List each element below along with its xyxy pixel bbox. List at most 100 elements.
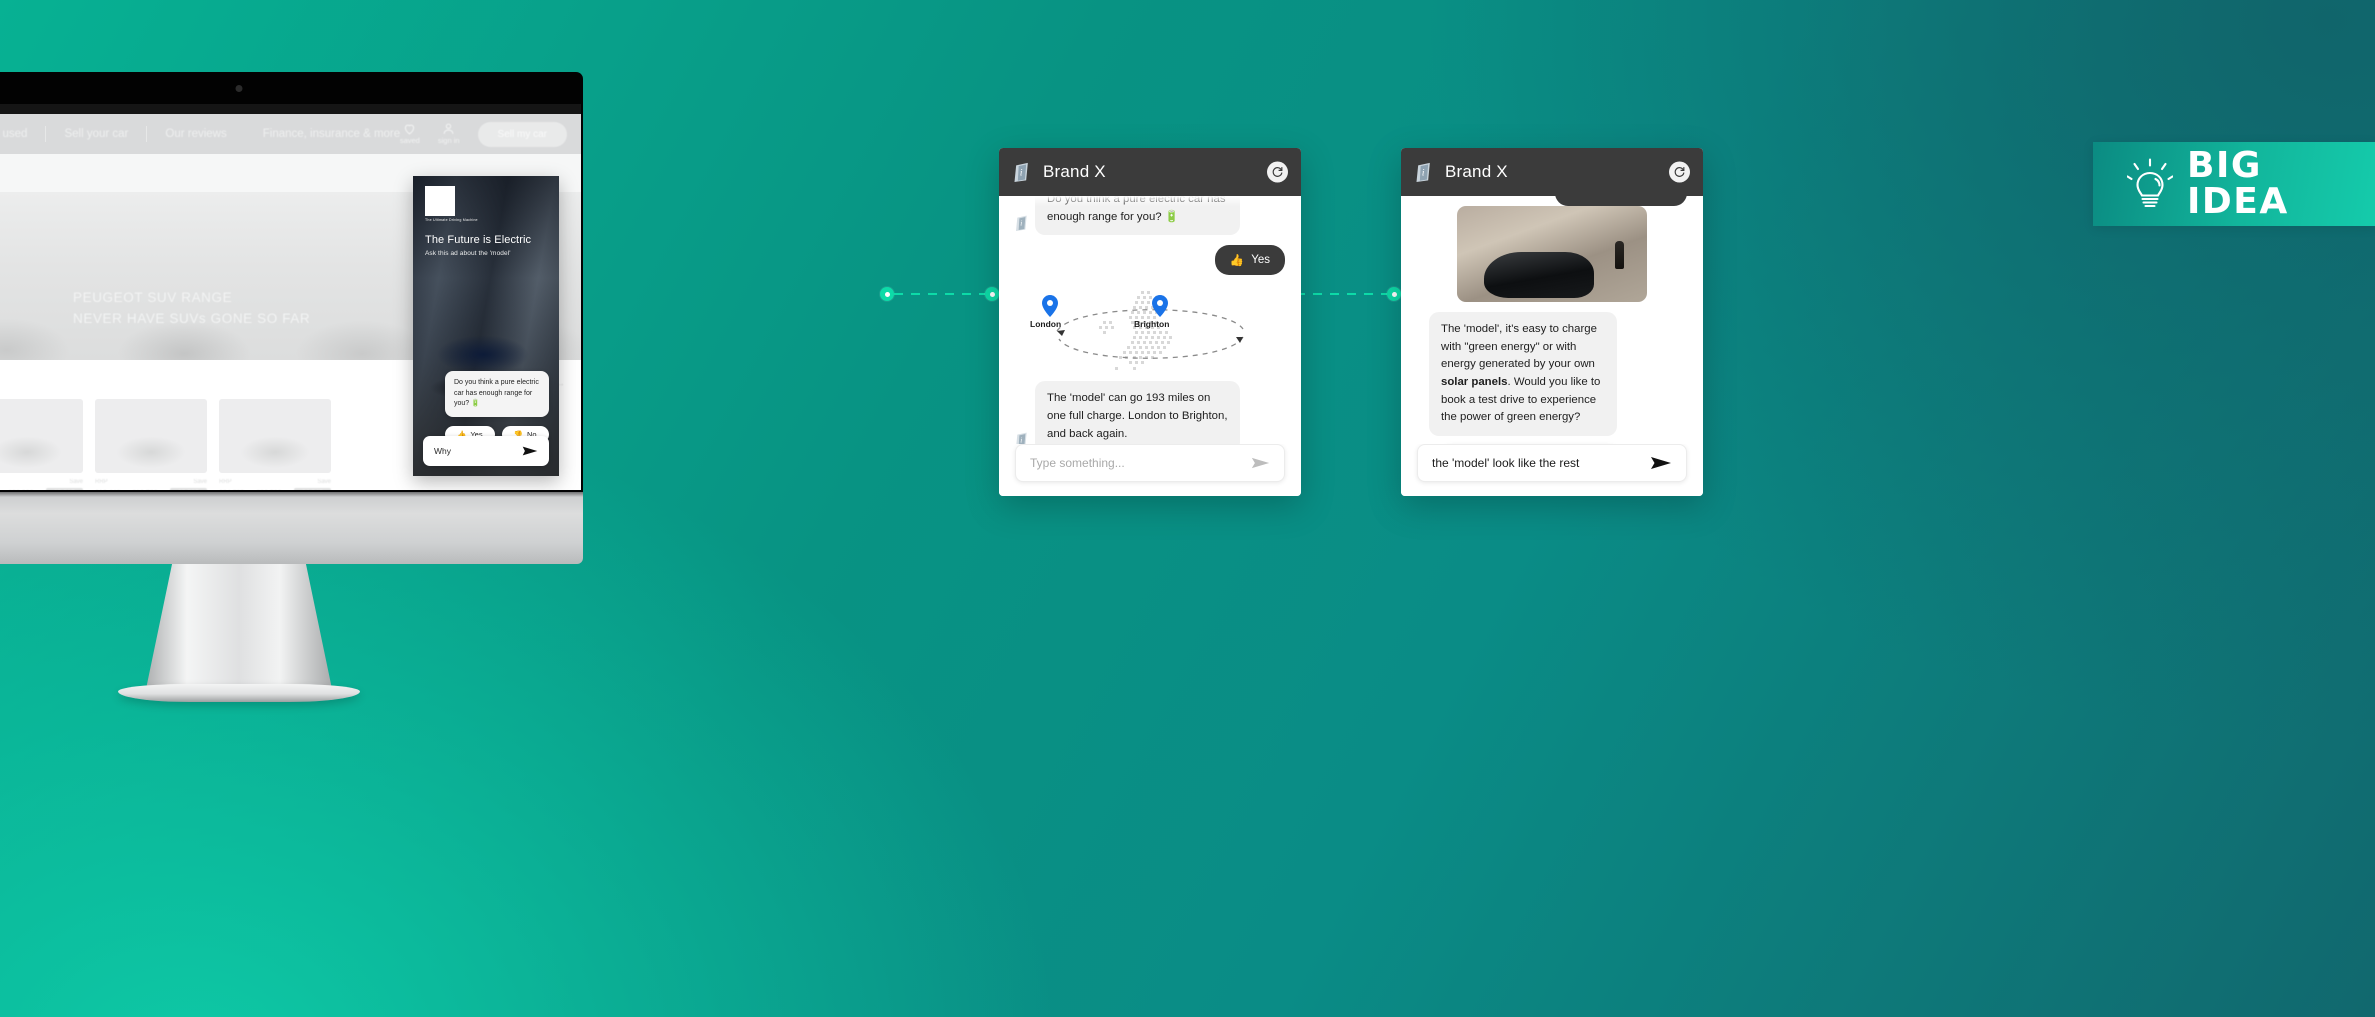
deal-card-meta: RRP Save [0,479,83,485]
nav-item-reviews[interactable]: Our reviews [147,128,244,140]
nav-saved[interactable]: saved [400,123,420,145]
refresh-icon [1674,167,1685,177]
connector-line [894,293,985,295]
deal-card-prices: £55,915 £50,000 £5,915 [0,488,83,490]
deal-card[interactable]: RRP Save £24,735 £20,500 £4,245 [219,399,331,490]
bot-avatar-icon: i [1416,162,1430,182]
monitor-screen: Buying new & used Sell your car Our revi… [0,104,581,490]
thumbs-up-icon: 👍 [1229,255,1245,268]
deal-card[interactable]: RRP Save £16,446 £13,762 £2,505 [95,399,207,490]
dot-connector-icon [985,287,999,301]
mobile-ad-unit: The Ultimate Driving Machine The Future … [413,176,559,476]
deal-save-label: Save [193,479,207,485]
refresh-button[interactable] [1267,161,1288,183]
deal-rrp-label: RRP [95,479,108,485]
bot-avatar-icon: i [1016,216,1027,232]
route-map: London Brighton [1015,289,1285,375]
chat-footer: Type something... [999,444,1301,496]
connector-line [1296,293,1387,295]
heart-icon [405,124,415,135]
map-destination-label: Brighton [1134,319,1170,330]
nav-signin[interactable]: sign in [438,123,460,145]
desktop-monitor: Buying new & used Sell your car Our revi… [0,72,583,702]
message-user-clipped [1555,196,1687,206]
deal-card[interactable]: RRP Save £55,915 £50,000 £5,915 [0,399,83,490]
lightbulb-icon [2127,158,2173,208]
person-icon [443,123,454,134]
deal-card-image [219,399,331,473]
map-origin-label: London [1030,319,1062,330]
connector-left [880,287,999,301]
nav-saved-label: saved [399,136,420,145]
message-bot-text: The 'model' can go 193 miles on one full… [1035,381,1240,444]
message-bot-image [1457,206,1647,302]
deal-card-prices: £24,735 £20,500 £4,245 [219,488,331,490]
send-icon[interactable] [1251,456,1270,470]
chat-message-input[interactable]: the 'model' look like the rest [1417,444,1687,482]
svg-text:i: i [1020,219,1022,228]
deal-card-prices: £16,446 £13,762 £2,505 [95,488,207,490]
dot-connector-icon [880,287,894,301]
webcam-icon [235,85,243,92]
send-icon[interactable] [522,445,538,457]
message-bot-text-bold: solar panels [1441,376,1508,389]
deal-card-meta: RRP Save [219,479,331,485]
ad-headline: The Future is Electric [425,234,532,246]
message-bot-text: Do you think a pure electric car has eno… [1035,196,1240,236]
message-bot-text: The 'model', it's easy to charge with "g… [1429,312,1617,437]
site-navbar: Buying new & used Sell your car Our revi… [0,114,581,154]
chat-title: Brand X [1043,162,1106,181]
send-icon[interactable] [1650,455,1672,471]
nav-item-finance[interactable]: Finance, insurance & more [245,128,418,140]
big-idea-label: BIG IDEA [2187,145,2289,222]
chat-title: Brand X [1445,162,1508,181]
deal-save-label: Save [69,479,83,485]
message-user-row: 👍 Yes [1015,245,1285,276]
ad-message-input[interactable]: Why [423,436,549,466]
hero-text: PEUGEOT SUV RANGE NEVER HAVE SUVs GONE S… [73,288,310,330]
deal-card-image [95,399,207,473]
chat-widget-2: i Brand X The 'model', it's easy to char… [1401,148,1703,496]
hero-line-1: PEUGEOT SUV RANGE [73,290,233,306]
monitor-bezel: Buying new & used Sell your car Our revi… [0,72,583,492]
chat-widget-1: i Brand X i Do you think a pure electric… [999,148,1301,496]
nav-signin-label: sign in [437,136,460,145]
person-silhouette [1615,240,1625,269]
chat-header: i Brand X [999,148,1301,196]
chat-message-list[interactable]: i Do you think a pure electric car has e… [999,196,1301,444]
deal-card-meta: RRP Save [95,479,207,485]
deal-save: £5,915 [45,488,83,490]
message-user: 👍 Yes [1214,245,1285,276]
nav-item-sell[interactable]: Sell your car [46,128,146,140]
chat-footer: the 'model' look like the rest [1401,444,1703,496]
message-bot-clipped: i Do you think a pure electric car has e… [1015,196,1285,236]
message-bot-text-part1: The 'model', it's easy to charge with "g… [1441,323,1597,371]
dot-connector-icon [1387,287,1401,301]
monitor-chin [0,492,583,564]
deal-save: £2,505 [169,488,207,490]
ad-input-value: Why [434,446,451,456]
monitor-stand-neck [146,564,332,689]
brand-tagline: The Ultimate Driving Machine [425,218,478,222]
sell-my-car-button[interactable]: Sell my car [477,121,567,147]
nav-actions: saved sign in Sell my car [400,114,567,154]
chat-message-list[interactable]: The 'model', it's easy to charge with "g… [1401,196,1703,444]
chat-message-input[interactable]: Type something... [1015,444,1285,482]
brand-logo-box [425,186,455,216]
page-background: Buying new & used Sell your car Our revi… [0,0,2375,1017]
bot-avatar-icon: i [1016,433,1027,444]
car-silhouette [1483,252,1594,299]
big-idea-badge: BIG IDEA [2093,142,2375,226]
svg-text:i: i [1020,436,1022,444]
deal-save-label: Save [317,479,331,485]
bot-avatar-icon: i [1014,162,1028,182]
nav-item-buying[interactable]: Buying new & used [0,128,45,140]
refresh-button[interactable] [1669,161,1690,183]
message-bot-range: i The 'model' can go 193 miles on one fu… [1015,381,1285,444]
message-user-text: Yes [1251,254,1270,267]
map-pin-icon [1152,295,1168,318]
site-topbar [0,104,581,114]
hero-line-2: NEVER HAVE SUVs GONE SO FAR [73,311,311,327]
chat-input-placeholder: Type something... [1030,456,1125,470]
chat-header: i Brand X [1401,148,1703,196]
